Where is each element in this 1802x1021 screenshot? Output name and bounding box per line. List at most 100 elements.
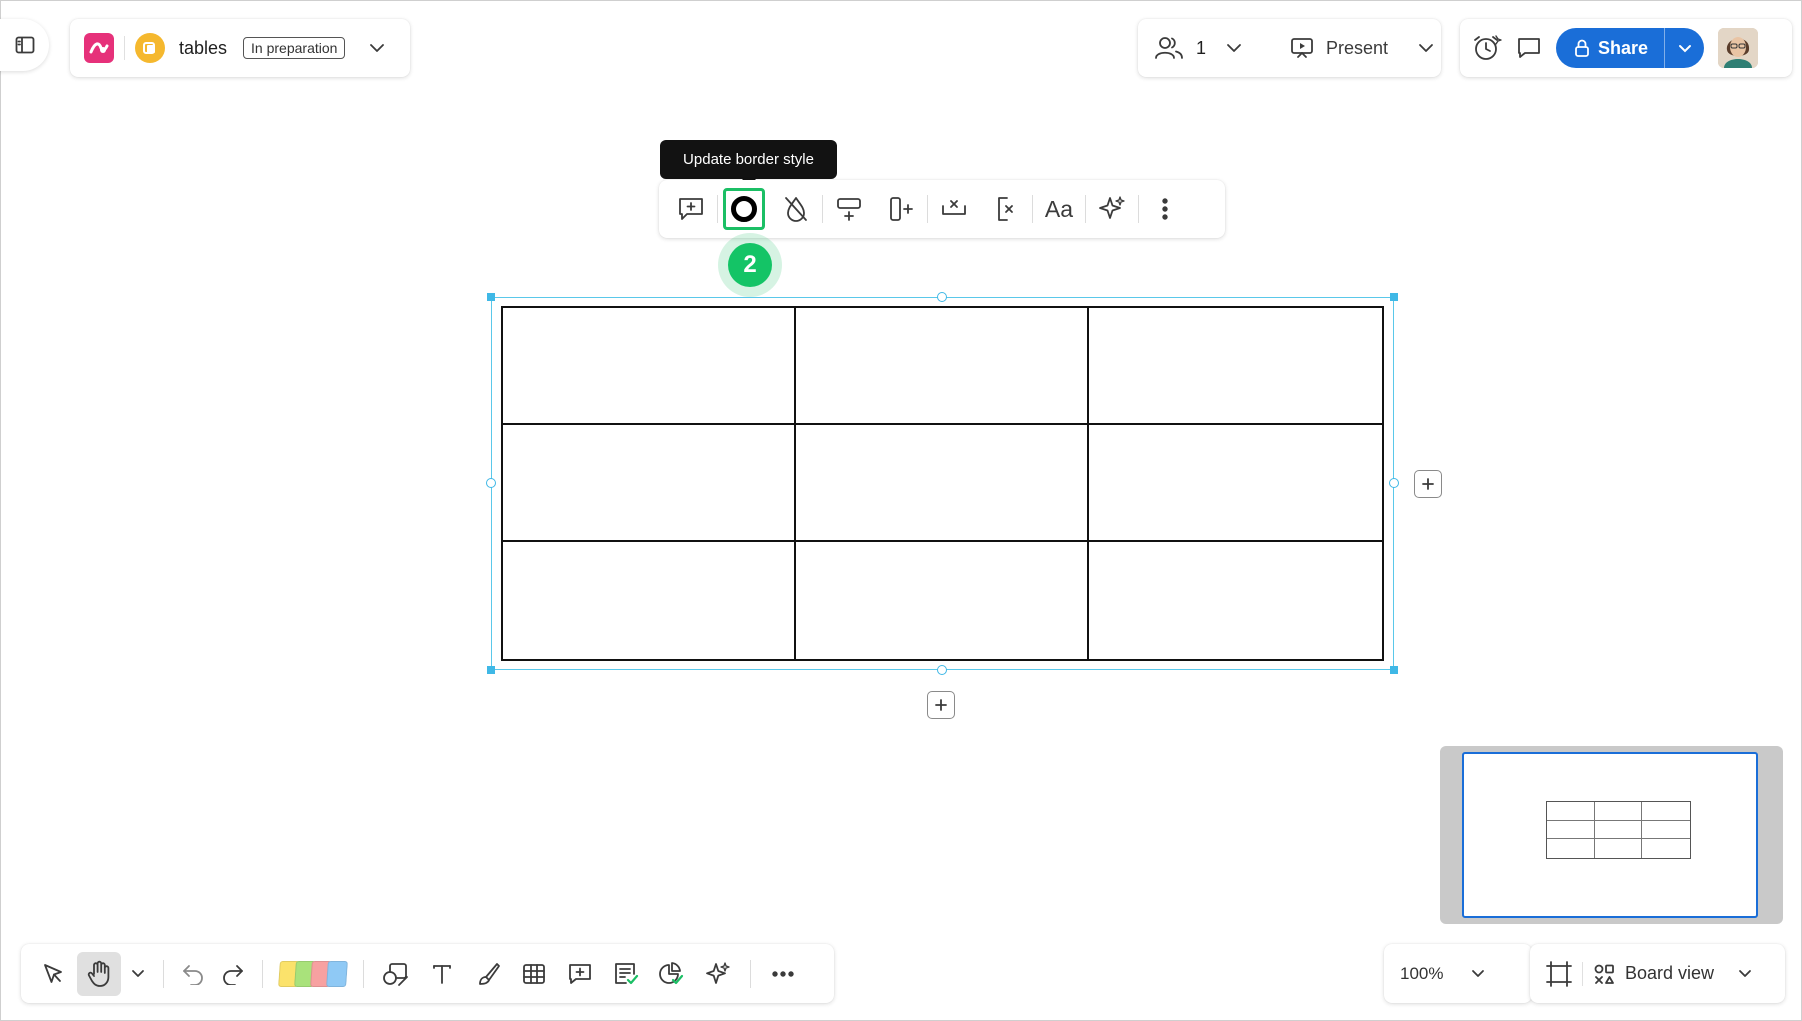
pie-check-icon [658,961,686,987]
no-fill-drop-icon [783,195,809,223]
sparkle-icon [704,960,732,988]
board-icon[interactable] [135,33,165,63]
more-options-button[interactable] [1139,185,1191,233]
table-cell[interactable] [796,425,1089,542]
add-column-right-button[interactable] [1414,470,1442,498]
toolbar-divider [363,959,364,988]
text-icon [430,962,454,986]
add-comment-button[interactable] [665,185,717,233]
table-cell[interactable] [1089,308,1382,425]
resize-handle-top-right[interactable] [1390,293,1398,301]
toolbar-divider [163,959,164,988]
board-view-icon[interactable] [1593,963,1615,985]
board-header: tables In preparation [70,19,410,77]
shapes-tool-button[interactable] [374,952,418,996]
undo-icon [181,963,205,985]
table-widget[interactable] [501,306,1384,661]
share-button[interactable]: Share [1556,28,1705,68]
minimap-table-preview [1546,801,1691,859]
participant-count: 1 [1196,37,1207,58]
table-cell[interactable] [796,542,1089,659]
zoom-control[interactable]: 100% [1384,944,1532,1003]
app-logo-icon[interactable] [84,33,114,63]
resize-handle-bottom[interactable] [937,665,947,675]
redo-button[interactable] [214,952,252,996]
zoom-level[interactable]: 100% [1400,964,1443,984]
border-style-icon [731,196,757,222]
text-format-icon: Aa [1044,195,1074,222]
participants-icon[interactable] [1154,36,1184,60]
resize-handle-left[interactable] [486,478,496,488]
text-tool-button[interactable] [420,952,464,996]
status-badge[interactable]: In preparation [243,37,346,59]
table-cell[interactable] [503,425,796,542]
header-divider [124,36,125,60]
table-tool-button[interactable] [512,952,556,996]
comments-icon[interactable] [1516,36,1542,60]
add-row-below-button[interactable] [927,691,955,719]
resize-handle-right[interactable] [1389,478,1399,488]
add-row-button[interactable] [823,185,875,233]
user-avatar[interactable] [1718,28,1759,68]
board-name[interactable]: tables [179,38,227,59]
comment-tool-button[interactable] [558,952,602,996]
bottom-toolbar [21,944,834,1003]
toolbar-divider [750,959,751,988]
ai-assist-button[interactable] [1086,185,1138,233]
shapes-icon [382,961,410,987]
resize-handle-top-left[interactable] [487,293,495,301]
delete-column-button[interactable] [980,185,1032,233]
select-tool-button[interactable] [31,952,75,996]
resize-handle-bottom-left[interactable] [487,666,495,674]
present-button[interactable]: Present [1326,38,1388,59]
frame-icon[interactable] [1546,960,1572,987]
ai-tool-button[interactable] [696,952,740,996]
participants-chevron-down-icon[interactable] [1226,43,1242,53]
timer-icon[interactable] [1472,34,1502,62]
border-style-button[interactable] [723,188,765,230]
redo-icon [221,963,245,985]
delete-row-icon [940,195,968,223]
delete-row-button[interactable] [928,185,980,233]
hand-tool-button[interactable] [77,951,121,996]
sticky-notes-button[interactable] [278,960,348,987]
sticky-note-blue [326,960,348,987]
present-options-chevron-down-icon[interactable] [1418,43,1434,53]
table-cell[interactable] [503,542,796,659]
plus-icon [1422,478,1434,490]
table-cell[interactable] [503,308,796,425]
board-menu-chevron-down-icon[interactable] [369,43,385,53]
zoom-chevron-down-icon[interactable] [1471,969,1485,978]
add-column-button[interactable] [875,185,927,233]
table-cell[interactable] [796,308,1089,425]
sparkle-icon [1097,194,1127,224]
toolbar-divider [262,959,263,988]
share-options-chevron-down-icon[interactable] [1664,28,1704,68]
fill-color-button[interactable] [770,185,822,233]
table-cell[interactable] [1089,425,1382,542]
sidebar-panel-icon [15,36,35,54]
comment-plus-icon [567,962,593,986]
resize-handle-top[interactable] [937,292,947,302]
resize-handle-bottom-right[interactable] [1390,666,1398,674]
add-column-icon [887,195,915,223]
undo-button[interactable] [174,952,212,996]
step-number: 2 [728,243,772,287]
text-format-button[interactable]: Aa [1033,185,1085,233]
table-context-toolbar: Aa [659,180,1225,238]
more-tools-button[interactable] [761,952,805,996]
view-chevron-down-icon[interactable] [1738,969,1752,978]
tooltip: Update border style [660,140,837,186]
pen-tool-button[interactable] [466,952,510,996]
tools-dropdown-button[interactable] [123,952,153,996]
sidebar-toggle-button[interactable] [0,19,49,71]
card-tool-button[interactable] [604,952,648,996]
lock-icon [1574,39,1590,57]
diagram-tool-button[interactable] [650,952,694,996]
board-view-button[interactable]: Board view [1625,963,1714,984]
view-divider [1582,961,1583,986]
cursor-arrow-icon [41,962,65,986]
present-icon[interactable] [1290,36,1314,60]
table-cell[interactable] [1089,542,1382,659]
chevron-down-icon [131,969,145,978]
